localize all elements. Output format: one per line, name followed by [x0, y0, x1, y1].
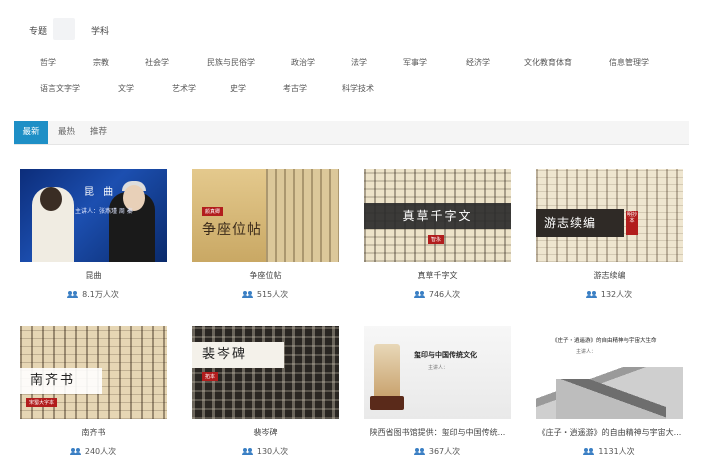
thumb-seal: 颜真卿 — [202, 207, 224, 216]
subject-history[interactable]: 史学 — [230, 83, 246, 94]
course-thumbnail[interactable]: 裴岑碑 拓本 — [192, 326, 339, 419]
users-icon — [69, 448, 81, 455]
course-card[interactable]: 《庄子・逍遥游》的自由精神与宇宙大生命 主讲人： 《庄子・逍遥游》的自由精神与宇… — [536, 326, 683, 457]
users-icon — [413, 291, 425, 298]
view-count: 746人次 — [364, 289, 511, 300]
subject-education[interactable]: 文化教育体育 — [524, 57, 572, 68]
sort-bar: 最新 最热 推荐 — [14, 121, 689, 145]
view-count: 130人次 — [192, 446, 339, 457]
course-card[interactable]: 游志续编 明抄本 游志续编 132人次 — [536, 169, 683, 300]
view-count: 132人次 — [536, 289, 683, 300]
thumb-seal: 拓本 — [202, 372, 219, 381]
subject-filter: 哲学 宗教 社会学 民族与民俗学 政治学 法学 军事学 经济学 文化教育体育 信… — [0, 0, 720, 110]
thumb-title: 昆 曲 — [84, 187, 117, 198]
sort-recommend[interactable]: 推荐 — [90, 121, 107, 144]
view-count-text: 746人次 — [428, 290, 461, 299]
thumb-seal: 智永 — [428, 235, 445, 244]
course-thumbnail[interactable]: 昆 曲 主讲人：张燕瑾 周 秦 — [20, 169, 167, 262]
view-count: 367人次 — [364, 446, 511, 457]
course-card[interactable]: 南齐书 宋蜀大字本 南齐书 240人次 — [20, 326, 167, 457]
thumb-subtitle: 主讲人：张燕瑾 周 秦 — [75, 208, 133, 215]
course-thumbnail[interactable]: 颜真卿 争座位帖 — [192, 169, 339, 262]
subject-law[interactable]: 法学 — [351, 57, 367, 68]
subject-politics[interactable]: 政治学 — [291, 57, 315, 68]
subject-literature[interactable]: 文学 — [118, 83, 134, 94]
course-title[interactable]: 昆曲 — [20, 270, 167, 281]
subject-military[interactable]: 军事学 — [403, 57, 427, 68]
course-thumbnail[interactable]: 玺印与中国传统文化 主讲人： — [364, 326, 511, 419]
course-card[interactable]: 裴岑碑 拓本 裴岑碑 130人次 — [192, 326, 339, 457]
view-count: 515人次 — [192, 289, 339, 300]
thumb-title: 真草千字文 — [402, 209, 473, 223]
sort-newest[interactable]: 最新 — [14, 121, 48, 144]
view-count-text: 367人次 — [428, 447, 461, 456]
course-title[interactable]: 《庄子・逍遥游》的自由精神与宇宙大... — [536, 427, 683, 438]
thumb-seal: 明抄本 — [626, 211, 638, 235]
course-thumbnail[interactable]: 南齐书 宋蜀大字本 — [20, 326, 167, 419]
view-count-text: 1131人次 — [598, 447, 635, 456]
thumb-seal: 宋蜀大字本 — [26, 398, 58, 407]
course-thumbnail[interactable]: 《庄子・逍遥游》的自由精神与宇宙大生命 主讲人： — [536, 326, 683, 419]
course-card[interactable]: 玺印与中国传统文化 主讲人： 陕西省图书馆提供：玺印与中国传统... 367人次 — [364, 326, 511, 457]
thumb-title: 玺印与中国传统文化 — [414, 351, 477, 359]
view-count-text: 515人次 — [256, 290, 289, 299]
thumb-title: 裴岑碑 — [202, 347, 248, 362]
view-count-text: 132人次 — [600, 290, 633, 299]
subject-science[interactable]: 科学技术 — [342, 83, 374, 94]
subject-linguistics[interactable]: 语言文字学 — [40, 83, 80, 94]
view-count: 1131人次 — [536, 446, 683, 457]
subject-philosophy[interactable]: 哲学 — [40, 57, 56, 68]
course-card[interactable]: 颜真卿 争座位帖 争座位帖 515人次 — [192, 169, 339, 300]
subject-religion[interactable]: 宗教 — [93, 57, 109, 68]
users-icon — [241, 448, 253, 455]
view-count: 8.1万人次 — [20, 289, 167, 300]
users-icon — [67, 291, 78, 298]
course-title[interactable]: 游志续编 — [536, 270, 683, 281]
view-count-text: 130人次 — [256, 447, 289, 456]
thumb-title: 南齐书 — [30, 373, 76, 388]
view-count-text: 240人次 — [84, 447, 117, 456]
subject-ethnology[interactable]: 民族与民俗学 — [207, 57, 255, 68]
thumb-title: 游志续编 — [544, 216, 597, 230]
thumb-title: 《庄子・逍遥游》的自由精神与宇宙大生命 — [552, 338, 657, 344]
course-title[interactable]: 真草千字文 — [364, 270, 511, 281]
course-title[interactable]: 争座位帖 — [192, 270, 339, 281]
subject-art[interactable]: 艺术学 — [172, 83, 196, 94]
subject-info-management[interactable]: 信息管理学 — [609, 57, 649, 68]
subject-archaeology[interactable]: 考古学 — [283, 83, 307, 94]
course-title[interactable]: 裴岑碑 — [192, 427, 339, 438]
subject-economics[interactable]: 经济学 — [466, 57, 490, 68]
thumb-subtitle: 主讲人： — [428, 365, 449, 371]
users-icon — [583, 448, 594, 455]
users-icon — [585, 291, 597, 298]
course-title[interactable]: 南齐书 — [20, 427, 167, 438]
course-card[interactable]: 真草千字文 智永 真草千字文 746人次 — [364, 169, 511, 300]
course-card[interactable]: 昆 曲 主讲人：张燕瑾 周 秦 昆曲 8.1万人次 — [20, 169, 167, 300]
course-thumbnail[interactable]: 游志续编 明抄本 — [536, 169, 683, 262]
view-count-text: 8.1万人次 — [82, 290, 119, 299]
thumb-title: 争座位帖 — [202, 222, 262, 238]
users-icon — [413, 448, 425, 455]
thumb-subtitle: 主讲人： — [576, 349, 597, 355]
subject-sociology[interactable]: 社会学 — [145, 57, 169, 68]
course-title[interactable]: 陕西省图书馆提供：玺印与中国传统... — [364, 427, 511, 438]
sort-hot[interactable]: 最热 — [58, 121, 75, 144]
course-thumbnail[interactable]: 真草千字文 智永 — [364, 169, 511, 262]
view-count: 240人次 — [20, 446, 167, 457]
users-icon — [241, 291, 253, 298]
